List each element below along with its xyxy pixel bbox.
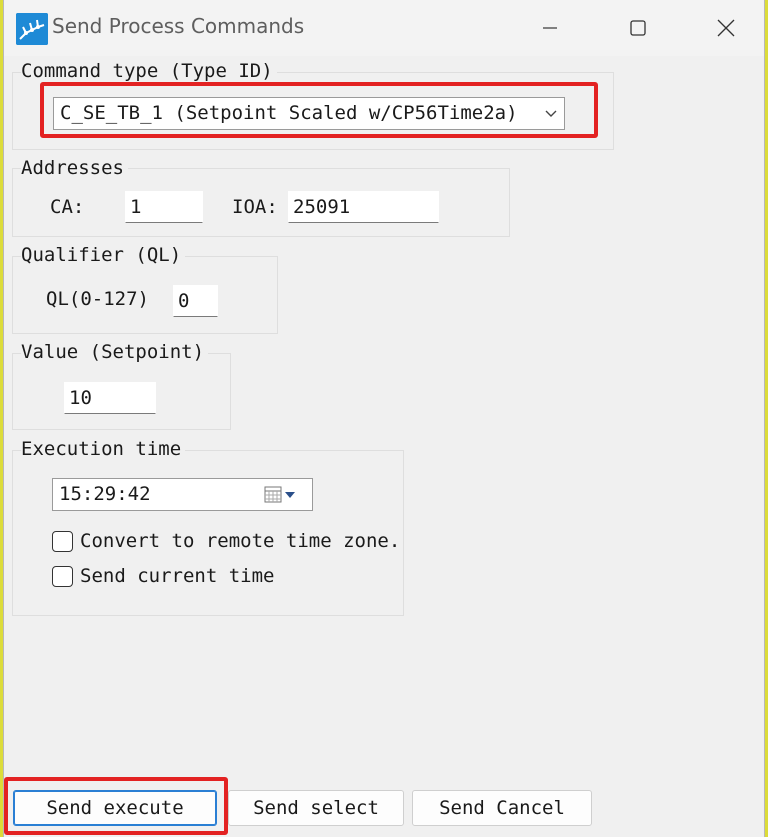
minimize-icon bbox=[543, 27, 557, 29]
convert-timezone-option[interactable]: Convert to remote time zone. bbox=[52, 530, 400, 552]
window-title: Send Process Commands bbox=[52, 14, 305, 38]
command-type-highlight bbox=[40, 82, 598, 138]
command-type-legend: Command type (Type ID) bbox=[21, 60, 277, 82]
execution-time-legend: Execution time bbox=[21, 438, 186, 460]
execution-time-picker[interactable]: 15:29:42 bbox=[52, 478, 313, 511]
send-select-button[interactable]: Send select bbox=[228, 790, 404, 826]
minimize-button[interactable] bbox=[528, 8, 572, 48]
send-current-time-option[interactable]: Send current time bbox=[52, 565, 274, 587]
execution-time-value: 15:29:42 bbox=[59, 483, 151, 505]
ql-input[interactable]: 0 bbox=[173, 285, 218, 317]
ql-label: QL(0-127) bbox=[46, 288, 149, 310]
qualifier-legend: Qualifier (QL) bbox=[21, 244, 186, 266]
close-icon bbox=[717, 19, 735, 37]
setpoint-input[interactable]: 10 bbox=[64, 382, 156, 414]
send-current-time-label: Send current time bbox=[80, 565, 275, 587]
ioa-input[interactable]: 25091 bbox=[288, 191, 439, 223]
maximize-icon bbox=[630, 20, 646, 36]
send-execute-highlight bbox=[4, 777, 228, 835]
convert-timezone-checkbox[interactable] bbox=[52, 530, 73, 552]
maximize-button[interactable] bbox=[616, 8, 660, 48]
calendar-icon[interactable] bbox=[264, 485, 300, 505]
convert-timezone-label: Convert to remote time zone. bbox=[80, 530, 401, 552]
addresses-legend: Addresses bbox=[21, 157, 128, 179]
dialog-window: Send Process Commands Command type (Type… bbox=[3, 0, 765, 837]
value-legend: Value (Setpoint) bbox=[21, 341, 209, 363]
close-button[interactable] bbox=[704, 8, 748, 48]
ca-input[interactable]: 1 bbox=[125, 191, 203, 223]
title-bar[interactable]: Send Process Commands bbox=[4, 0, 764, 56]
app-icon bbox=[16, 13, 48, 45]
ioa-label: IOA: bbox=[232, 196, 278, 218]
send-cancel-button[interactable]: Send Cancel bbox=[412, 790, 592, 826]
send-current-time-checkbox[interactable] bbox=[52, 565, 73, 587]
ca-label: CA: bbox=[50, 196, 85, 218]
